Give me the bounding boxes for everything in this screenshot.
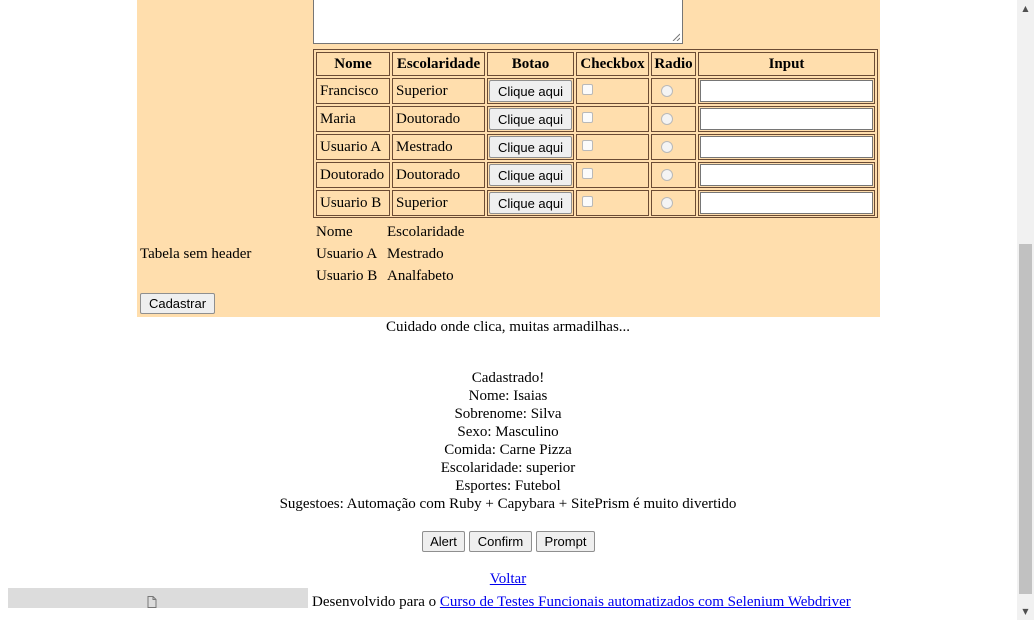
plain-table-cell: Usuario A	[316, 246, 378, 262]
cell-checkbox	[576, 134, 649, 160]
cell-botao: Clique aqui	[487, 78, 574, 104]
row-input[interactable]	[700, 164, 873, 186]
cell-escolaridade: Superior	[392, 190, 485, 216]
header-escolaridade: Escolaridade	[392, 52, 485, 76]
cell-checkbox	[576, 106, 649, 132]
clique-aqui-button[interactable]: Clique aqui	[489, 80, 572, 102]
download-bar[interactable]	[8, 588, 308, 608]
users-table: Nome Escolaridade Botao Checkbox Radio I…	[313, 49, 878, 218]
result-line: Sobrenome: Silva	[454, 406, 562, 422]
row-radio[interactable]	[661, 169, 673, 181]
file-icon	[147, 596, 157, 608]
header-checkbox: Checkbox	[576, 52, 649, 76]
cell-input	[698, 162, 875, 188]
row-checkbox[interactable]	[582, 196, 593, 207]
row-input[interactable]	[700, 80, 873, 102]
confirm-button[interactable]: Confirm	[469, 531, 532, 552]
suggestions-textarea[interactable]	[313, 0, 683, 44]
cell-botao: Clique aqui	[487, 134, 574, 160]
row-input[interactable]	[700, 192, 873, 214]
vertical-scrollbar[interactable]: ▲ ▼	[1017, 0, 1034, 620]
cell-input	[698, 78, 875, 104]
plain-table-cell: Usuario B	[316, 268, 378, 284]
prompt-button[interactable]: Prompt	[536, 531, 595, 552]
result-line: Comida: Carne Pizza	[444, 442, 572, 458]
row-input[interactable]	[700, 136, 873, 158]
clique-aqui-button[interactable]: Clique aqui	[489, 164, 572, 186]
plain-table-cell: Nome	[316, 224, 353, 240]
cell-input	[698, 190, 875, 216]
footer: Desenvolvido para o Curso de Testes Func…	[312, 594, 851, 611]
cell-botao: Clique aqui	[487, 190, 574, 216]
cell-radio	[651, 78, 696, 104]
clique-aqui-button[interactable]: Clique aqui	[489, 108, 572, 130]
cell-checkbox	[576, 78, 649, 104]
cell-radio	[651, 106, 696, 132]
row-checkbox[interactable]	[582, 112, 593, 123]
footer-prefix: Desenvolvido para o	[312, 594, 440, 610]
resize-grip-icon	[672, 33, 680, 41]
cell-botao: Clique aqui	[487, 162, 574, 188]
scroll-thumb[interactable]	[1019, 244, 1032, 594]
row-checkbox[interactable]	[582, 84, 593, 95]
cell-checkbox	[576, 162, 649, 188]
plain-table-cell: Escolaridade	[387, 224, 465, 240]
cell-escolaridade: Mestrado	[392, 134, 485, 160]
row-radio[interactable]	[661, 113, 673, 125]
clique-aqui-button[interactable]: Clique aqui	[489, 136, 572, 158]
row-input[interactable]	[700, 108, 873, 130]
row-radio[interactable]	[661, 197, 673, 209]
row-checkbox[interactable]	[582, 168, 593, 179]
result-line: Nome: Isaias	[468, 388, 548, 404]
result-line: Esportes: Futebol	[455, 478, 561, 494]
cell-botao: Clique aqui	[487, 106, 574, 132]
cell-input	[698, 106, 875, 132]
cell-escolaridade: Doutorado	[392, 162, 485, 188]
cell-escolaridade: Doutorado	[392, 106, 485, 132]
header-radio: Radio	[651, 52, 696, 76]
cell-input	[698, 134, 875, 160]
plain-table-cell: Mestrado	[387, 246, 444, 262]
cell-nome: Doutorado	[316, 162, 390, 188]
row-radio[interactable]	[661, 85, 673, 97]
plain-table-cell: Analfabeto	[387, 268, 454, 284]
cadastrar-button[interactable]: Cadastrar	[140, 293, 215, 314]
warning-text: Cuidado onde clica, muitas armadilhas...	[385, 319, 631, 335]
back-link[interactable]: Voltar	[490, 571, 526, 587]
cell-escolaridade: Superior	[392, 78, 485, 104]
header-botao: Botao	[487, 52, 574, 76]
clique-aqui-button[interactable]: Clique aqui	[489, 192, 572, 214]
result-line: Escolaridade: superior	[440, 460, 576, 476]
row-checkbox[interactable]	[582, 140, 593, 151]
cell-radio	[651, 162, 696, 188]
result-line: Sexo: Masculino	[457, 424, 559, 440]
cell-radio	[651, 190, 696, 216]
back-link-row: Voltar	[0, 570, 1016, 588]
scroll-up-arrow-icon[interactable]: ▲	[1017, 0, 1034, 17]
header-input: Input	[698, 52, 875, 76]
cell-nome: Usuario B	[316, 190, 390, 216]
header-nome: Nome	[316, 52, 390, 76]
row-radio[interactable]	[661, 141, 673, 153]
cell-checkbox	[576, 190, 649, 216]
course-link[interactable]: Curso de Testes Funcionais automatizados…	[440, 594, 851, 610]
result-line: Sugestoes: Automação com Ruby + Capybara…	[279, 496, 737, 512]
result-title: Cadastrado!	[471, 370, 545, 386]
cell-nome: Maria	[316, 106, 390, 132]
plain-table-label: Tabela sem header	[140, 246, 252, 262]
cell-nome: Usuario A	[316, 134, 390, 160]
scroll-down-arrow-icon[interactable]: ▼	[1017, 603, 1034, 620]
cell-nome: Francisco	[316, 78, 390, 104]
cell-radio	[651, 134, 696, 160]
alert-button[interactable]: Alert	[422, 531, 465, 552]
